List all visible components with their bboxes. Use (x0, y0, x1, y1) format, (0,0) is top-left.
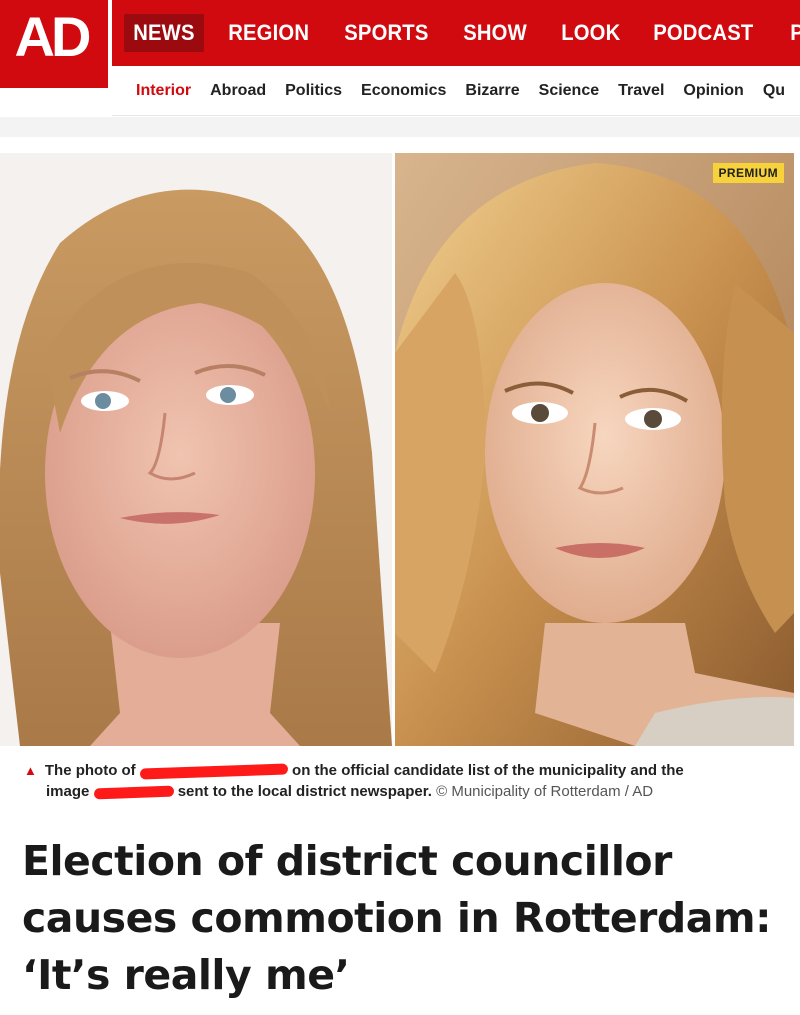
logo-text: AD (14, 5, 92, 68)
main-nav-podcast[interactable]: PODCAST (644, 14, 763, 52)
sub-nav: Interior Abroad Politics Economics Bizar… (112, 66, 800, 116)
headline-line-1: Election of district councillor (22, 837, 672, 885)
caption-triangle-icon: ▲ (24, 763, 37, 778)
redaction-mark (139, 762, 289, 780)
sub-nav-abroad[interactable]: Abroad (210, 82, 266, 100)
headline-line-3: ‘It’s really me’ (22, 951, 350, 999)
premium-badge: PREMIUM (712, 163, 784, 183)
sub-nav-interior[interactable]: Interior (136, 82, 191, 100)
sub-nav-science[interactable]: Science (539, 82, 599, 100)
main-nav-look[interactable]: LOOK (552, 14, 630, 52)
portrait-photo-icon (395, 153, 794, 746)
portrait-photo-icon (0, 153, 392, 746)
main-nav-sports[interactable]: SPORTS (335, 14, 438, 52)
main-nav: NEWS REGION SPORTS SHOW LOOK PODCAST PUZ (112, 0, 800, 66)
caption-text-2: on the official candidate list of the mu… (292, 762, 684, 779)
main-nav-show[interactable]: SHOW (454, 14, 536, 52)
caption-text-1: The photo of (44, 762, 136, 779)
site-logo[interactable]: AD (0, 0, 108, 88)
main-nav-region[interactable]: REGION (219, 14, 318, 52)
redaction-mark (93, 785, 174, 799)
main-nav-news[interactable]: NEWS (124, 14, 204, 52)
sub-nav-travel[interactable]: Travel (618, 82, 664, 100)
photo-caption: ▲ The photo of on the official candidate … (24, 760, 764, 802)
sub-nav-opinion[interactable]: Opinion (683, 82, 743, 100)
caption-text-3: image (46, 783, 90, 800)
photo-credit: © Municipality of Rotterdam / AD (436, 783, 654, 800)
sub-nav-quiz[interactable]: Qu (763, 82, 785, 100)
site-header: AD NEWS REGION SPORTS SHOW LOOK PODCAST … (0, 0, 800, 116)
caption-text-4: sent to the local district newspaper. (177, 783, 432, 800)
ai-generated-photo[interactable]: PREMIUM (395, 153, 794, 746)
sub-nav-economics[interactable]: Economics (361, 82, 446, 100)
article-headline[interactable]: Election of district councillor causes c… (22, 833, 782, 1004)
sub-nav-politics[interactable]: Politics (285, 82, 342, 100)
headline-line-2: causes commotion in Rotterdam: (22, 894, 772, 942)
candidate-official-photo[interactable] (0, 153, 392, 746)
header-divider (0, 117, 800, 137)
sub-nav-bizarre[interactable]: Bizarre (465, 82, 519, 100)
main-nav-puzzles[interactable]: PUZ (781, 14, 800, 52)
